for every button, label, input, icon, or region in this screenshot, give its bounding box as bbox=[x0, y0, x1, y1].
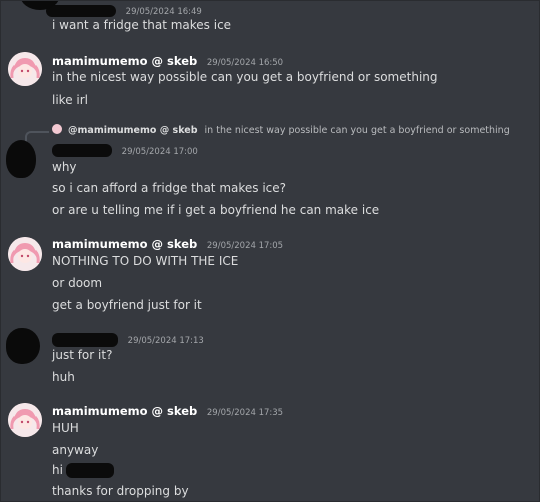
message-timestamp: 29/05/2024 17:13 bbox=[127, 336, 204, 346]
message-line: HUH bbox=[52, 421, 79, 435]
anime-avatar-icon bbox=[8, 403, 42, 437]
message-line: in the nicest way possible can you get a… bbox=[52, 70, 438, 84]
redacted-name bbox=[65, 463, 114, 478]
user-avatar[interactable] bbox=[6, 328, 40, 364]
redacted-username bbox=[46, 4, 116, 17]
redacted-username bbox=[52, 144, 112, 157]
message-line: hi bbox=[52, 463, 114, 478]
author-name[interactable]: mamimumemo @ skeb bbox=[52, 404, 197, 418]
author-name[interactable]: mamimumemo @ skeb bbox=[52, 237, 197, 251]
user-avatar[interactable] bbox=[6, 140, 36, 178]
reply-text: in the nicest way possible can you get a… bbox=[204, 125, 510, 136]
message-line: why bbox=[52, 160, 77, 174]
user-avatar[interactable] bbox=[8, 237, 42, 271]
message-header: 29/05/2024 16:49 bbox=[46, 3, 202, 19]
reply-author: @mamimumemo @ skeb bbox=[68, 125, 198, 136]
message-header: 29/05/2024 17:00 bbox=[52, 143, 198, 159]
message-text: hi bbox=[52, 463, 63, 477]
redacted-username bbox=[52, 332, 118, 347]
message-timestamp: 29/05/2024 16:50 bbox=[206, 58, 284, 68]
message-header: mamimumemo @ skeb 29/05/2024 17:35 bbox=[52, 404, 283, 420]
message-timestamp: 29/05/2024 17:35 bbox=[206, 408, 284, 418]
reply-spine bbox=[25, 131, 49, 143]
message-line: or are u telling me if i get a boyfriend… bbox=[52, 203, 380, 217]
message-line: thanks for dropping by bbox=[52, 484, 189, 498]
message-line: so i can afford a fridge that makes ice? bbox=[52, 181, 287, 195]
message-line: or doom bbox=[52, 276, 103, 290]
anime-avatar-icon bbox=[8, 52, 42, 86]
message-line: i want a fridge that makes ice bbox=[52, 18, 232, 32]
message-timestamp: 29/05/2024 17:05 bbox=[206, 241, 284, 251]
message-line: just for it? bbox=[52, 348, 113, 362]
user-avatar[interactable] bbox=[8, 403, 42, 437]
message-line: huh bbox=[52, 370, 75, 384]
author-name[interactable]: mamimumemo @ skeb bbox=[52, 54, 197, 68]
message-line: anyway bbox=[52, 443, 99, 457]
reply-avatar-icon bbox=[52, 124, 62, 134]
reply-preview[interactable]: @mamimumemo @ skeb in the nicest way pos… bbox=[52, 124, 510, 136]
message-header: mamimumemo @ skeb 29/05/2024 16:50 bbox=[52, 54, 283, 70]
message-timestamp: 29/05/2024 16:49 bbox=[125, 7, 202, 17]
user-avatar[interactable] bbox=[8, 52, 42, 86]
message-header: 29/05/2024 17:13 bbox=[52, 332, 204, 348]
anime-avatar-icon bbox=[8, 237, 42, 271]
message-line: NOTHING TO DO WITH THE ICE bbox=[52, 254, 239, 268]
message-timestamp: 29/05/2024 17:00 bbox=[121, 147, 198, 157]
message-header: mamimumemo @ skeb 29/05/2024 17:05 bbox=[52, 237, 283, 253]
message-line: like irl bbox=[52, 93, 88, 107]
message-line: get a boyfriend just for it bbox=[52, 298, 202, 312]
